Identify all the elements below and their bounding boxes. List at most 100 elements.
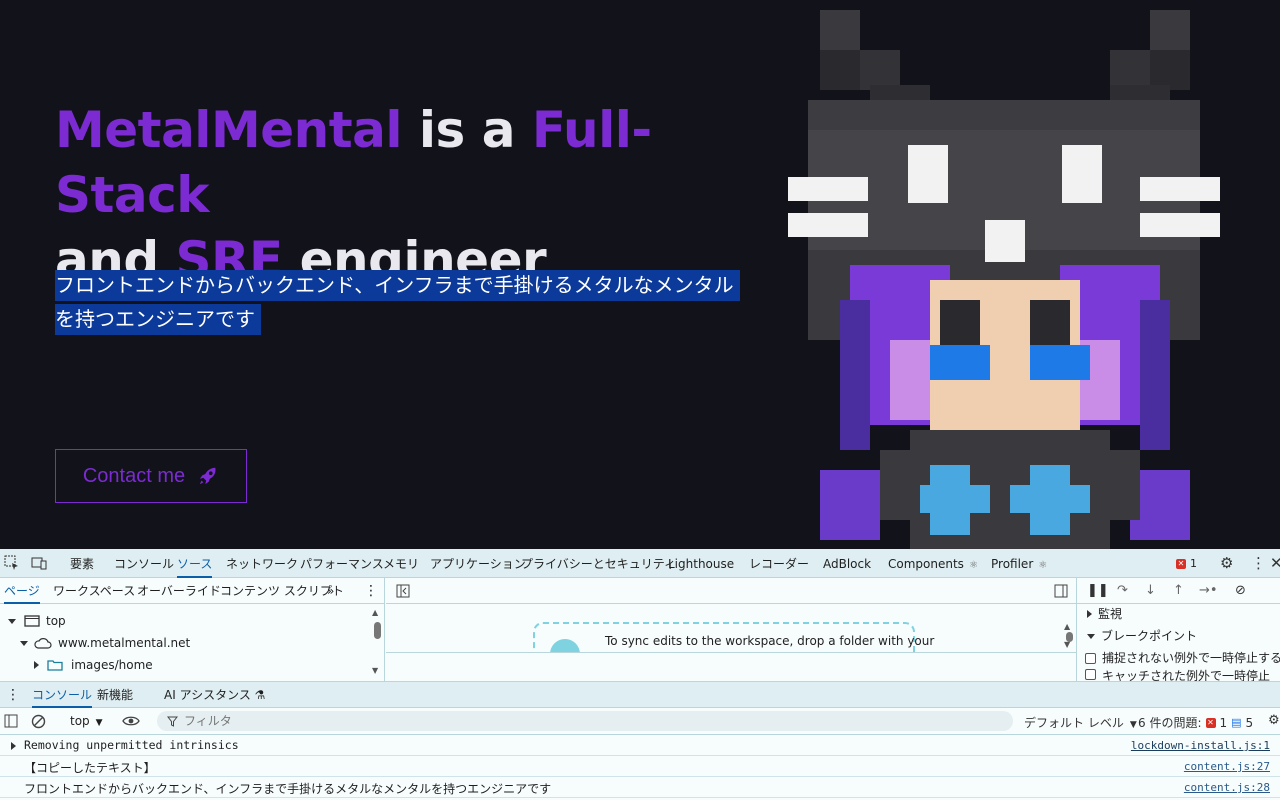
drawer-menu-icon[interactable]: ⋮ bbox=[6, 682, 20, 708]
subtab-content-scripts[interactable]: コンテンツ スクリプト bbox=[220, 578, 344, 604]
error-count-badge[interactable]: ✕ 1 bbox=[1176, 557, 1197, 570]
navigator-subtabs: ページ ワークスペース オーバーライド コンテンツ スクリプト » ⋮ bbox=[0, 578, 385, 604]
debugger-toolbar: ❚❚ ↷ ↓ ↑ →• ⊘ bbox=[1077, 578, 1280, 604]
tab-adblock[interactable]: AdBlock bbox=[823, 549, 871, 578]
scroll-down-icon[interactable]: ▼ bbox=[372, 666, 378, 675]
components-gear-icon: ⚛ bbox=[965, 560, 979, 571]
drawer-tab-ai-assistance[interactable]: AI アシスタンス ⚗ bbox=[164, 682, 265, 708]
sources-panel: ページ ワークスペース オーバーライド コンテンツ スクリプト » ⋮ top … bbox=[0, 578, 1280, 692]
step-icon[interactable]: →• bbox=[1199, 583, 1218, 598]
close-icon[interactable]: ✕ bbox=[1270, 554, 1280, 572]
hero-tagline: フロントエンドからバックエンド、インフラまで手掛けるメタルなメンタル を持つエンジ… bbox=[55, 268, 775, 336]
inspect-element-icon[interactable] bbox=[4, 555, 20, 571]
tab-performance[interactable]: パフォーマンス bbox=[300, 549, 384, 578]
tree-item-top[interactable]: top bbox=[8, 610, 66, 632]
tab-elements[interactable]: 要素 bbox=[70, 549, 94, 578]
console-message[interactable]: フロントエンドからバックエンド、インフラまで手掛けるメタルなメンタルを持つエンジ… bbox=[0, 777, 1280, 798]
log-level-selector[interactable]: デフォルト レベル ▼ bbox=[1024, 714, 1137, 731]
tab-console[interactable]: コンソール bbox=[114, 549, 174, 578]
tab-memory[interactable]: メモリ bbox=[383, 549, 419, 578]
expand-arrow-icon bbox=[8, 618, 16, 624]
scroll-down-icon[interactable]: ▼ bbox=[1064, 640, 1070, 649]
pause-caught-label: キャッチされた例外で一時停止 bbox=[1102, 669, 1271, 681]
collapse-arrow-icon bbox=[34, 661, 39, 669]
console-toolbar: top ▼ デフォルト レベル ▼ 6 件の問題: ✕1 ▤5 ⚙ bbox=[0, 708, 1280, 735]
scroll-up-icon[interactable]: ▲ bbox=[1064, 622, 1070, 631]
subtab-page[interactable]: ページ bbox=[4, 578, 40, 604]
toggle-navigator-icon[interactable] bbox=[396, 584, 410, 598]
context-label: top bbox=[70, 714, 90, 728]
console-message[interactable]: Removing unpermitted intrinsics lockdown… bbox=[0, 735, 1280, 756]
message-source-link[interactable]: content.js:27 bbox=[1184, 760, 1270, 773]
device-toolbar-icon[interactable] bbox=[31, 555, 47, 571]
tab-privacy-security[interactable]: プライバシーとセキュリティ bbox=[521, 549, 676, 578]
chevron-down-icon: ▼ bbox=[95, 718, 103, 728]
tab-profiler-label: Profiler bbox=[991, 557, 1034, 571]
devtools-panel: 要素 コンソール ソース ネットワーク パフォーマンス メモリ アプリケーション… bbox=[0, 549, 1280, 800]
pause-icon[interactable]: ❚❚ bbox=[1087, 583, 1109, 598]
info-message-icon: ▤ bbox=[1231, 716, 1242, 729]
rocket-icon bbox=[199, 467, 216, 485]
pause-uncaught-checkbox[interactable] bbox=[1085, 652, 1096, 664]
error-icon: ✕ bbox=[1176, 558, 1186, 569]
message-source-link[interactable]: lockdown-install.js:1 bbox=[1131, 739, 1270, 752]
console-settings-gear-icon[interactable]: ⚙ bbox=[1268, 713, 1280, 728]
subtab-overrides[interactable]: オーバーライド bbox=[137, 578, 221, 604]
sources-navigator: ページ ワークスペース オーバーライド コンテンツ スクリプト » ⋮ top … bbox=[0, 578, 385, 681]
live-expression-eye-icon[interactable] bbox=[122, 715, 140, 727]
more-options-icon[interactable]: ⋮ bbox=[1251, 554, 1266, 572]
context-selector[interactable]: top ▼ bbox=[70, 714, 103, 728]
issues-info-count: 5 bbox=[1245, 715, 1254, 730]
tree-item-folder[interactable]: images/home bbox=[34, 654, 153, 676]
editor-toolbar bbox=[386, 578, 1076, 604]
message-text: フロントエンドからバックエンド、インフラまで手掛けるメタルなメンタルを持つエンジ… bbox=[24, 782, 552, 796]
tree-item-domain[interactable]: www.metalmental.net bbox=[20, 632, 190, 654]
tab-sources[interactable]: ソース bbox=[177, 549, 213, 578]
chevron-down-icon: ▼ bbox=[1129, 720, 1137, 730]
tagline-line-1: フロントエンドからバックエンド、インフラまで手掛けるメタルなメンタル bbox=[55, 270, 740, 301]
console-filter-field[interactable] bbox=[157, 711, 1013, 731]
more-tabs-chevron-icon[interactable]: » bbox=[327, 578, 334, 604]
hero-headline: MetalMental is a Full-Stack and SRE engin… bbox=[55, 98, 775, 293]
tab-recorder[interactable]: レコーダー bbox=[749, 549, 809, 578]
navigator-menu-icon[interactable]: ⋮ bbox=[364, 578, 378, 604]
settings-gear-icon[interactable]: ⚙ bbox=[1220, 554, 1233, 572]
expand-arrow-icon bbox=[11, 742, 16, 750]
hero-section: MetalMental is a Full-Stack and SRE engin… bbox=[0, 0, 1280, 549]
console-sidebar-icon[interactable] bbox=[4, 714, 18, 728]
tab-components-label: Components bbox=[888, 557, 964, 571]
tab-components[interactable]: Components ⚛ bbox=[888, 549, 978, 578]
watch-section-header[interactable]: 監視 bbox=[1087, 603, 1122, 625]
subtab-workspace[interactable]: ワークスペース bbox=[53, 578, 135, 604]
console-filter-input[interactable] bbox=[184, 714, 984, 728]
scroll-up-icon[interactable]: ▲ bbox=[372, 608, 378, 617]
deactivate-breakpoints-icon[interactable]: ⊘ bbox=[1235, 583, 1246, 598]
issues-error-count: 1 bbox=[1219, 715, 1228, 730]
drawer-tab-whats-new[interactable]: 新機能 bbox=[97, 682, 133, 708]
message-source-link[interactable]: content.js:28 bbox=[1184, 781, 1270, 794]
console-message[interactable]: 【コピーしたテキスト】 content.js:27 bbox=[0, 756, 1280, 777]
console-messages: Removing unpermitted intrinsics lockdown… bbox=[0, 735, 1280, 800]
breakpoints-section-header[interactable]: ブレークポイント bbox=[1087, 625, 1197, 647]
tab-network[interactable]: ネットワーク bbox=[226, 549, 298, 578]
tab-lighthouse[interactable]: Lighthouse bbox=[668, 549, 734, 578]
toggle-debugger-icon[interactable] bbox=[1054, 584, 1068, 598]
step-over-icon[interactable]: ↷ bbox=[1117, 583, 1128, 598]
navigator-scrollbar[interactable] bbox=[374, 622, 381, 639]
message-text: 【コピーしたテキスト】 bbox=[24, 761, 156, 775]
tab-profiler[interactable]: Profiler ⚛ bbox=[991, 549, 1047, 578]
pause-caught-checkbox[interactable] bbox=[1085, 669, 1096, 680]
error-count: 1 bbox=[1190, 557, 1197, 570]
drawer-tab-ai-label: AI アシスタンス bbox=[164, 688, 251, 702]
issues-counter[interactable]: 6 件の問題: ✕ 1 ▤ 5 bbox=[1138, 714, 1253, 731]
drawer-tab-console[interactable]: コンソール bbox=[32, 682, 93, 708]
breakpoints-label: ブレークポイント bbox=[1101, 629, 1198, 643]
contact-button[interactable]: Contact me bbox=[55, 449, 247, 503]
editor-footer bbox=[386, 652, 1076, 681]
profiler-gear-icon: ⚛ bbox=[1035, 560, 1048, 571]
clear-console-icon[interactable] bbox=[31, 714, 46, 729]
tab-application[interactable]: アプリケーション bbox=[430, 549, 526, 578]
step-into-icon[interactable]: ↓ bbox=[1145, 583, 1156, 598]
step-out-icon[interactable]: ↑ bbox=[1173, 583, 1184, 598]
pause-caught-checkbox-row[interactable]: キャッチされた例外で一時停止 bbox=[1085, 665, 1270, 681]
